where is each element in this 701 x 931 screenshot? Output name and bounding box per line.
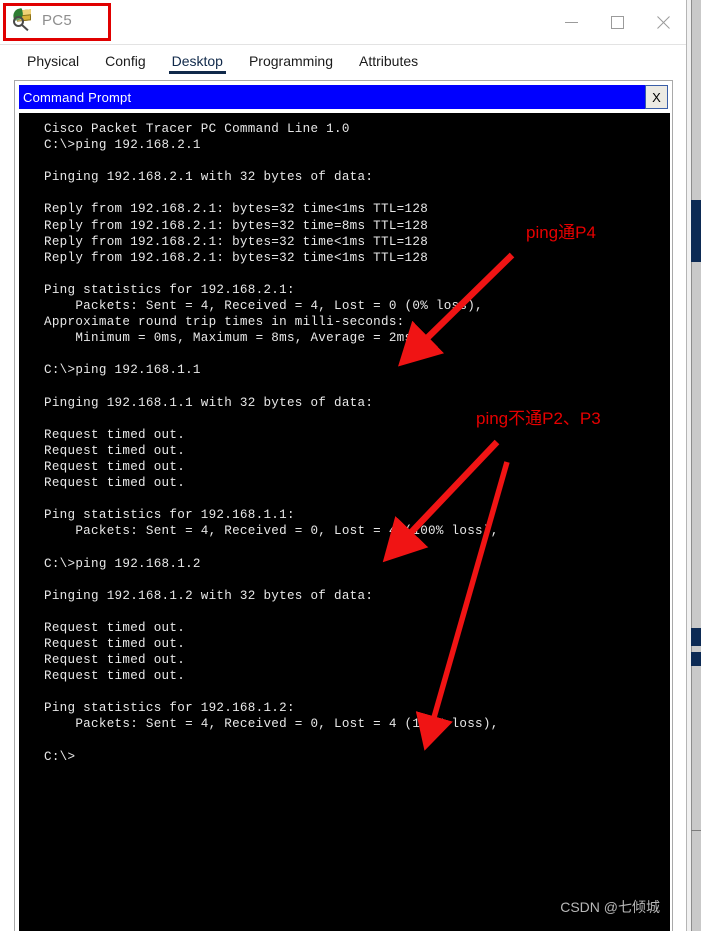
command-prompt-titlebar: Command Prompt X (19, 85, 668, 109)
command-prompt-title: Command Prompt (23, 89, 132, 105)
maximize-button[interactable] (594, 0, 640, 45)
desktop-panel: Command Prompt X Cisco Packet Tracer PC … (14, 80, 673, 931)
tab-attributes[interactable]: Attributes (346, 53, 431, 74)
close-icon (656, 16, 670, 30)
screenshot-root: PC5 Physical Config Desktop Programming (0, 0, 701, 931)
close-button[interactable] (640, 0, 686, 45)
pc5-window: PC5 Physical Config Desktop Programming (0, 0, 687, 931)
background-window-inner (691, 0, 701, 931)
tab-config[interactable]: Config (92, 53, 158, 74)
minimize-button[interactable] (548, 0, 594, 45)
watermark-text: CSDN @七倾城 (560, 899, 660, 915)
command-prompt-close-button[interactable]: X (645, 85, 668, 109)
window-title: PC5 (42, 11, 73, 29)
minimize-icon (564, 22, 578, 23)
annotation-ping-fail: ping不通P2、P3 (476, 409, 601, 428)
tab-physical[interactable]: Physical (14, 53, 92, 74)
background-divider (691, 830, 701, 831)
annotation-ping-success: ping通P4 (526, 223, 596, 242)
background-accent-block-2 (691, 628, 701, 646)
background-accent-block-3 (691, 652, 701, 666)
window-title-group: PC5 (11, 8, 73, 32)
packet-tracer-icon (11, 8, 34, 32)
device-tabs: Physical Config Desktop Programming Attr… (0, 45, 686, 75)
window-controls (548, 0, 686, 45)
tab-desktop[interactable]: Desktop (159, 53, 236, 74)
window-titlebar: PC5 (0, 0, 686, 45)
tab-programming[interactable]: Programming (236, 53, 346, 74)
maximize-icon (610, 16, 624, 29)
terminal-text: Cisco Packet Tracer PC Command Line 1.0 … (44, 122, 499, 764)
background-accent-block-1 (691, 200, 701, 262)
